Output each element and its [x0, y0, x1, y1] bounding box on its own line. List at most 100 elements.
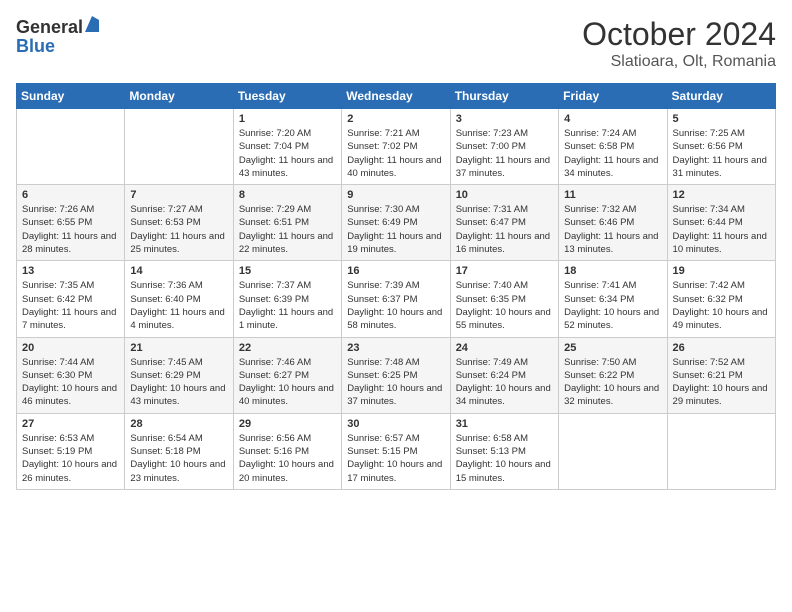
logo-general-text: General [16, 18, 83, 36]
day-number: 19 [673, 265, 770, 277]
day-cell: 1Sunrise: 7:20 AM Sunset: 7:04 PM Daylig… [233, 109, 341, 185]
day-number: 21 [130, 342, 227, 354]
day-detail: Sunrise: 6:57 AM Sunset: 5:15 PM Dayligh… [347, 432, 444, 485]
day-cell: 18Sunrise: 7:41 AM Sunset: 6:34 PM Dayli… [559, 261, 667, 337]
day-cell: 29Sunrise: 6:56 AM Sunset: 5:16 PM Dayli… [233, 413, 341, 489]
day-number: 28 [130, 418, 227, 430]
day-cell: 27 Sunrise: 6:53 AM Sunset: 5:19 PM Dayli… [17, 413, 125, 489]
day-number: 11 [564, 189, 661, 201]
day-number: 8 [239, 189, 336, 201]
day-detail: Sunrise: 7:49 AM Sunset: 6:24 PM Dayligh… [456, 356, 553, 409]
day-detail: Sunrise: 7:45 AM Sunset: 6:29 PM Dayligh… [130, 356, 227, 409]
week-row-3: 13Sunrise: 7:35 AM Sunset: 6:42 PM Dayli… [17, 261, 776, 337]
day-detail: Sunrise: 6:53 AM Sunset: 5:19 PM Dayligh… [22, 432, 119, 485]
day-number: 4 [564, 113, 661, 125]
day-number: 22 [239, 342, 336, 354]
day-detail: Sunrise: 7:37 AM Sunset: 6:39 PM Dayligh… [239, 279, 336, 332]
day-detail: Sunrise: 7:21 AM Sunset: 7:02 PM Dayligh… [347, 127, 444, 180]
day-detail: Sunrise: 7:29 AM Sunset: 6:51 PM Dayligh… [239, 203, 336, 256]
weekday-header-wednesday: Wednesday [342, 84, 450, 109]
logo: General Blue [16, 16, 99, 57]
day-cell: 24Sunrise: 7:49 AM Sunset: 6:24 PM Dayli… [450, 337, 558, 413]
day-detail: Sunrise: 7:26 AM Sunset: 6:55 PM Dayligh… [22, 203, 119, 256]
day-cell [17, 109, 125, 185]
day-cell: 14 Sunrise: 7:36 AM Sunset: 6:40 PM Dayli… [125, 261, 233, 337]
day-detail: Sunrise: 7:31 AM Sunset: 6:47 PM Dayligh… [456, 203, 553, 256]
day-cell: 26 Sunrise: 7:52 AM Sunset: 6:21 PM Dayli… [667, 337, 775, 413]
week-row-2: 6 Sunrise: 7:26 AM Sunset: 6:55 PM Daylig… [17, 185, 776, 261]
day-detail: Sunrise: 6:54 AM Sunset: 5:18 PM Dayligh… [130, 432, 227, 485]
day-number: 2 [347, 113, 444, 125]
day-detail: Sunrise: 7:30 AM Sunset: 6:49 PM Dayligh… [347, 203, 444, 256]
day-number: 6 [22, 189, 119, 201]
day-cell: 28 Sunrise: 6:54 AM Sunset: 5:18 PM Dayli… [125, 413, 233, 489]
day-cell: 17Sunrise: 7:40 AM Sunset: 6:35 PM Dayli… [450, 261, 558, 337]
month-title: October 2024 [582, 16, 776, 53]
day-cell: 30Sunrise: 6:57 AM Sunset: 5:15 PM Dayli… [342, 413, 450, 489]
day-detail: Sunrise: 7:23 AM Sunset: 7:00 PM Dayligh… [456, 127, 553, 180]
weekday-header-tuesday: Tuesday [233, 84, 341, 109]
day-cell: 7 Sunrise: 7:27 AM Sunset: 6:53 PM Daylig… [125, 185, 233, 261]
day-detail: Sunrise: 7:32 AM Sunset: 6:46 PM Dayligh… [564, 203, 661, 256]
day-detail: Sunrise: 7:25 AM Sunset: 6:56 PM Dayligh… [673, 127, 770, 180]
day-number: 16 [347, 265, 444, 277]
day-detail: Sunrise: 6:56 AM Sunset: 5:16 PM Dayligh… [239, 432, 336, 485]
day-cell: 8 Sunrise: 7:29 AM Sunset: 6:51 PM Daylig… [233, 185, 341, 261]
day-cell: 11 Sunrise: 7:32 AM Sunset: 6:46 PM Dayli… [559, 185, 667, 261]
day-cell: 31 Sunrise: 6:58 AM Sunset: 5:13 PM Dayli… [450, 413, 558, 489]
day-number: 27 [22, 418, 119, 430]
day-cell: 22 Sunrise: 7:46 AM Sunset: 6:27 PM Dayli… [233, 337, 341, 413]
day-detail: Sunrise: 7:50 AM Sunset: 6:22 PM Dayligh… [564, 356, 661, 409]
day-cell: 6 Sunrise: 7:26 AM Sunset: 6:55 PM Daylig… [17, 185, 125, 261]
day-number: 15 [239, 265, 336, 277]
day-detail: Sunrise: 7:48 AM Sunset: 6:25 PM Dayligh… [347, 356, 444, 409]
day-number: 23 [347, 342, 444, 354]
day-number: 13 [22, 265, 119, 277]
day-cell: 10Sunrise: 7:31 AM Sunset: 6:47 PM Dayli… [450, 185, 558, 261]
day-number: 7 [130, 189, 227, 201]
day-cell: 2 Sunrise: 7:21 AM Sunset: 7:02 PM Daylig… [342, 109, 450, 185]
day-number: 31 [456, 418, 553, 430]
day-cell: 23 Sunrise: 7:48 AM Sunset: 6:25 PM Dayli… [342, 337, 450, 413]
day-cell: 5 Sunrise: 7:25 AM Sunset: 6:56 PM Daylig… [667, 109, 775, 185]
day-detail: Sunrise: 7:36 AM Sunset: 6:40 PM Dayligh… [130, 279, 227, 332]
week-row-1: 1Sunrise: 7:20 AM Sunset: 7:04 PM Daylig… [17, 109, 776, 185]
title-area: October 2024 Slatioara, Olt, Romania [582, 16, 776, 71]
day-number: 14 [130, 265, 227, 277]
day-cell: 16 Sunrise: 7:39 AM Sunset: 6:37 PM Dayli… [342, 261, 450, 337]
day-detail: Sunrise: 7:34 AM Sunset: 6:44 PM Dayligh… [673, 203, 770, 256]
weekday-header-sunday: Sunday [17, 84, 125, 109]
day-cell: 13Sunrise: 7:35 AM Sunset: 6:42 PM Dayli… [17, 261, 125, 337]
day-cell: 25 Sunrise: 7:50 AM Sunset: 6:22 PM Dayli… [559, 337, 667, 413]
day-detail: Sunrise: 7:42 AM Sunset: 6:32 PM Dayligh… [673, 279, 770, 332]
day-number: 26 [673, 342, 770, 354]
page-header: General Blue October 2024 Slatioara, Olt… [16, 16, 776, 71]
day-cell: 3 Sunrise: 7:23 AM Sunset: 7:00 PM Daylig… [450, 109, 558, 185]
day-number: 17 [456, 265, 553, 277]
day-detail: Sunrise: 7:39 AM Sunset: 6:37 PM Dayligh… [347, 279, 444, 332]
day-number: 20 [22, 342, 119, 354]
day-detail: Sunrise: 7:52 AM Sunset: 6:21 PM Dayligh… [673, 356, 770, 409]
day-number: 25 [564, 342, 661, 354]
weekday-header-thursday: Thursday [450, 84, 558, 109]
day-cell [559, 413, 667, 489]
day-number: 5 [673, 113, 770, 125]
day-number: 9 [347, 189, 444, 201]
day-detail: Sunrise: 7:46 AM Sunset: 6:27 PM Dayligh… [239, 356, 336, 409]
day-cell: 9 Sunrise: 7:30 AM Sunset: 6:49 PM Daylig… [342, 185, 450, 261]
day-detail: Sunrise: 6:58 AM Sunset: 5:13 PM Dayligh… [456, 432, 553, 485]
day-detail: Sunrise: 7:27 AM Sunset: 6:53 PM Dayligh… [130, 203, 227, 256]
logo-icon [85, 16, 99, 32]
day-cell [667, 413, 775, 489]
day-detail: Sunrise: 7:44 AM Sunset: 6:30 PM Dayligh… [22, 356, 119, 409]
day-cell: 20 Sunrise: 7:44 AM Sunset: 6:30 PM Dayli… [17, 337, 125, 413]
location-title: Slatioara, Olt, Romania [582, 53, 776, 71]
day-number: 18 [564, 265, 661, 277]
day-number: 3 [456, 113, 553, 125]
day-cell: 12 Sunrise: 7:34 AM Sunset: 6:44 PM Dayli… [667, 185, 775, 261]
day-number: 1 [239, 113, 336, 125]
weekday-header-saturday: Saturday [667, 84, 775, 109]
day-number: 12 [673, 189, 770, 201]
weekday-header-friday: Friday [559, 84, 667, 109]
day-cell [125, 109, 233, 185]
